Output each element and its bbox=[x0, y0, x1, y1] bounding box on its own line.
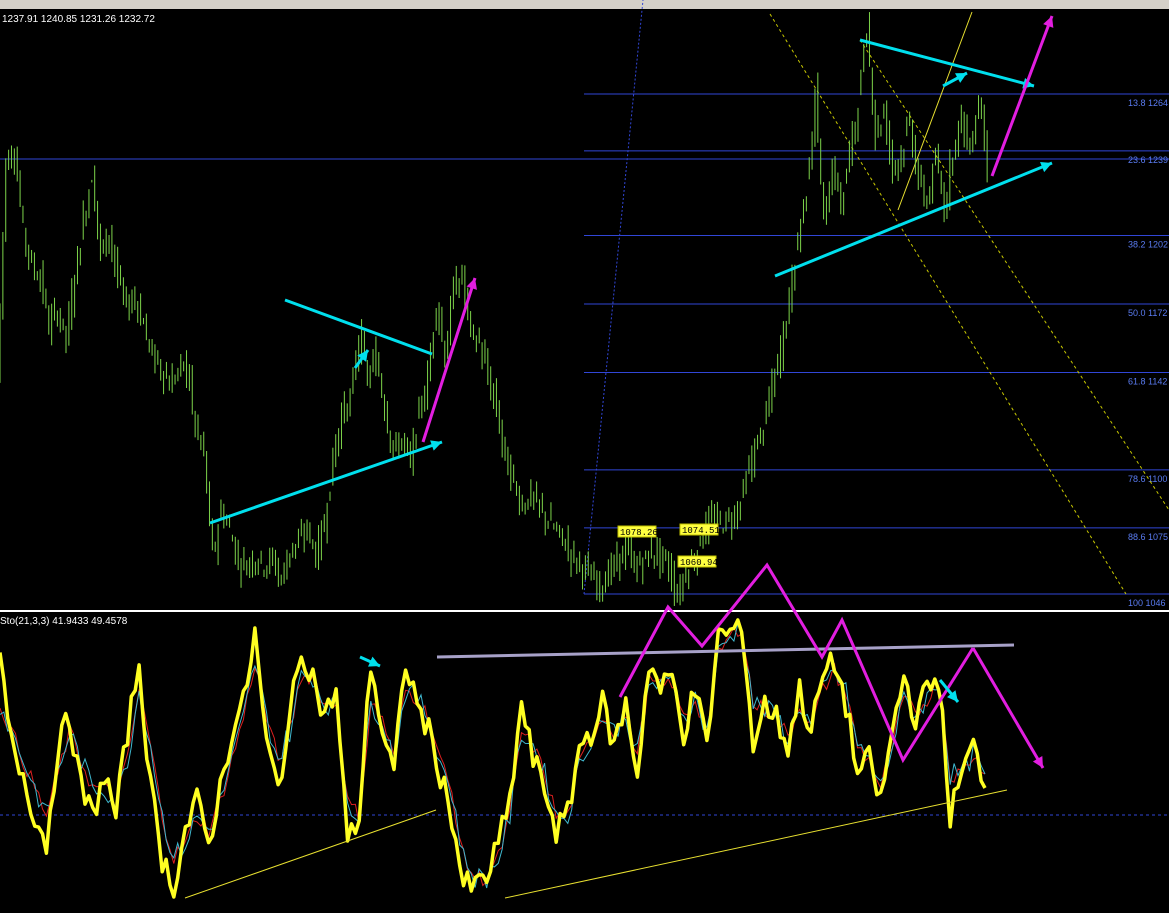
fib-level-label: 100 1046 bbox=[1128, 598, 1166, 608]
triangle-lower-arrow bbox=[774, 161, 1053, 278]
fib-level-label: 13.8 1264 bbox=[1128, 98, 1168, 108]
fib-level-label: 78.6 1100 bbox=[1128, 474, 1167, 484]
fib-level-label: 61.8 1142 bbox=[1128, 376, 1167, 386]
magenta-target-arrow bbox=[990, 15, 1054, 177]
oscillator-resistance-line bbox=[436, 643, 1015, 659]
price-label: 1074.51 bbox=[682, 526, 720, 536]
fib-level-label: 23.6 1239 bbox=[1128, 155, 1168, 165]
triangle-lower-arrow bbox=[209, 440, 443, 525]
candles bbox=[0, 12, 988, 606]
magenta-down-arrow bbox=[971, 647, 1045, 769]
oscillator-readout: Sto(21,3,3) 41.9433 49.4578 bbox=[0, 616, 128, 627]
price-label: 1078.26 bbox=[620, 528, 658, 538]
dashed-channel-line bbox=[859, 39, 1169, 511]
stoch-main-line bbox=[0, 618, 987, 899]
fib-level-label: 88.6 1075 bbox=[1128, 532, 1168, 542]
trading-chart[interactable]: 1237.91 1240.85 1231.26 1232.72 13.8 1264… bbox=[0, 0, 1169, 913]
fib-level-label: 50.0 1172 bbox=[1128, 308, 1167, 318]
oscillator-support-line bbox=[504, 789, 1008, 899]
oscillator-support-line bbox=[184, 809, 437, 899]
dotted-trendline bbox=[583, 0, 644, 595]
ohlc-readout: 1237.91 1240.85 1231.26 1232.72 bbox=[2, 14, 155, 25]
price-label: 1060.94 bbox=[680, 558, 718, 568]
fib-level-label: 38.2 1202 bbox=[1128, 240, 1168, 250]
